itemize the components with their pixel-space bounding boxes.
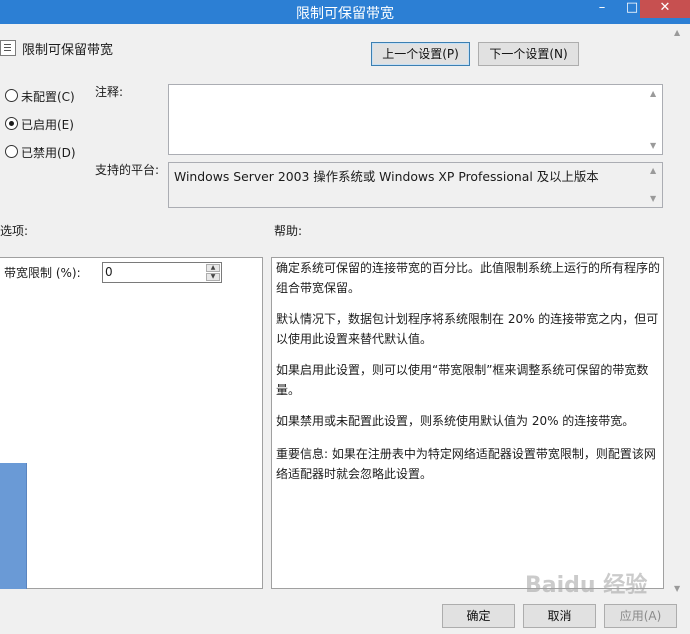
cancel-button[interactable]: 取消 bbox=[523, 604, 596, 628]
watermark-logo: Baidu 经验 bbox=[525, 573, 648, 598]
scroll-down-icon[interactable]: ▼ bbox=[650, 194, 656, 203]
spinner[interactable]: ▲ ▼ bbox=[206, 264, 220, 281]
scroll-up-icon[interactable]: ▲ bbox=[650, 89, 656, 98]
close-button[interactable]: ✕ bbox=[640, 0, 690, 18]
help-label: 帮助: bbox=[274, 224, 303, 238]
scroll-up-icon[interactable]: ▲ bbox=[674, 28, 680, 37]
radio-circle-checked[interactable] bbox=[5, 117, 18, 130]
help-paragraph: 如果禁用或未配置此设置，则系统使用默认值为 20% 的连接带宽。 bbox=[276, 414, 635, 428]
radio-circle[interactable] bbox=[5, 89, 18, 102]
help-paragraph: 如果启用此设置，则可以使用“带宽限制”框来调整系统可保留的带宽数量。 bbox=[276, 363, 649, 397]
scroll-up-icon[interactable]: ▲ bbox=[650, 166, 656, 175]
policy-icon bbox=[0, 40, 16, 56]
window-title: 限制可保留带宽 bbox=[296, 6, 394, 22]
policy-title: 限制可保留带宽 bbox=[22, 43, 114, 58]
window-scrollbar[interactable]: ▲ ▼ bbox=[667, 24, 690, 599]
help-paragraph: 默认情况下，数据包计划程序将系统限制在 20% 的连接带宽之内，但可以使用此设置… bbox=[276, 312, 659, 346]
comment-label: 注释: bbox=[95, 85, 124, 99]
spin-up-icon[interactable]: ▲ bbox=[206, 264, 220, 272]
minimize-button[interactable]: – bbox=[590, 0, 614, 18]
previous-setting-button[interactable]: 上一个设置(P) bbox=[371, 42, 470, 66]
comment-scrollbar[interactable]: ▲ ▼ bbox=[646, 85, 662, 154]
radio-circle[interactable] bbox=[5, 145, 18, 158]
ok-button[interactable]: 确定 bbox=[442, 604, 515, 628]
options-panel bbox=[0, 257, 263, 589]
next-setting-button[interactable]: 下一个设置(N) bbox=[478, 42, 579, 66]
apply-button[interactable]: 应用(A) bbox=[604, 604, 677, 628]
help-paragraph: 确定系统可保留的连接带宽的百分比。此值限制系统上运行的所有程序的组合带宽保留。 bbox=[276, 261, 661, 295]
radio-label: 未配置(C) bbox=[21, 90, 75, 104]
scroll-down-icon[interactable]: ▼ bbox=[650, 141, 656, 150]
bandwidth-limit-value[interactable]: 0 bbox=[105, 265, 113, 279]
platform-value: Windows Server 2003 操作系统或 Windows XP Pro… bbox=[174, 169, 599, 184]
platform-label: 支持的平台: bbox=[95, 163, 160, 177]
radio-label: 已启用(E) bbox=[21, 118, 74, 132]
help-panel: 确定系统可保留的连接带宽的百分比。此值限制系统上运行的所有程序的组合带宽保留。 … bbox=[271, 257, 664, 589]
background-window-edge bbox=[0, 463, 27, 589]
scroll-down-icon[interactable]: ▼ bbox=[674, 584, 680, 593]
comment-textarea[interactable] bbox=[168, 84, 663, 155]
spin-down-icon[interactable]: ▼ bbox=[206, 273, 220, 281]
help-paragraph: 重要信息: 如果在注册表中为特定网络适配器设置带宽限制，则配置该网络适配器时就会… bbox=[276, 447, 656, 481]
radio-label: 已禁用(D) bbox=[21, 146, 76, 160]
bandwidth-limit-label: 带宽限制 (%): bbox=[4, 266, 81, 280]
options-label: 选项: bbox=[0, 224, 29, 238]
platform-field: Windows Server 2003 操作系统或 Windows XP Pro… bbox=[168, 162, 663, 208]
bandwidth-limit-stepper[interactable]: 0 ▲ ▼ bbox=[102, 262, 222, 283]
platform-scrollbar[interactable]: ▲ ▼ bbox=[646, 163, 662, 207]
